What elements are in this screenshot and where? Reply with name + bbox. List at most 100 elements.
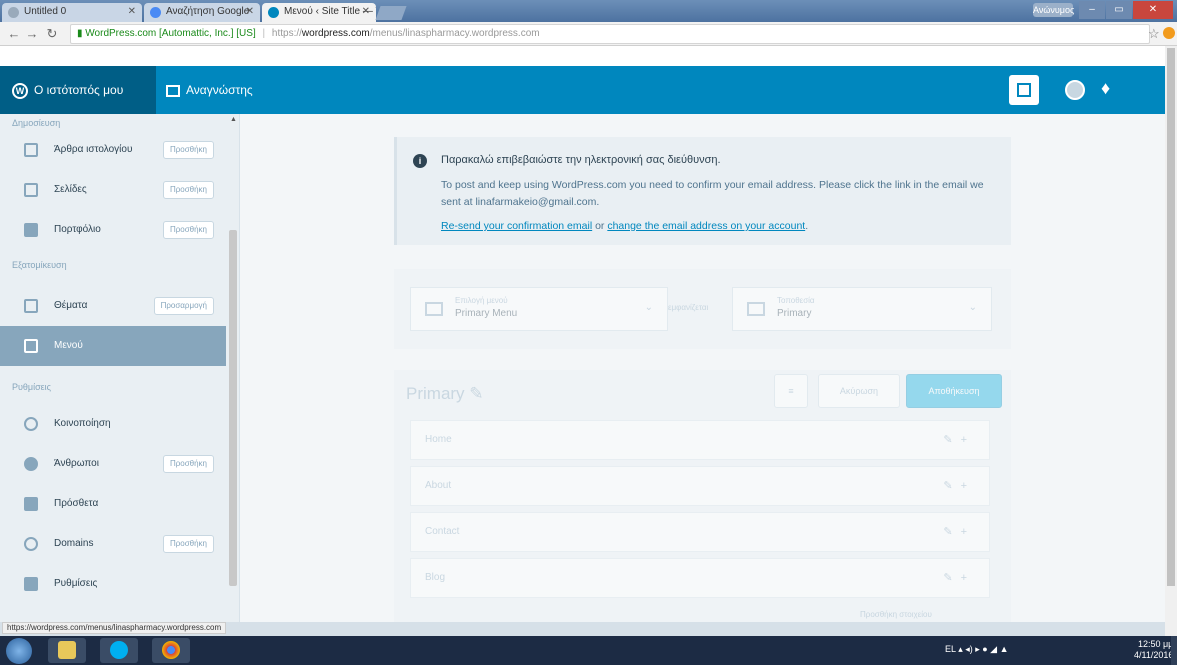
lock-icon: ▮ (77, 28, 83, 39)
sidebar-item-label: Άνθρωποι (54, 458, 99, 469)
globe-icon (24, 537, 38, 551)
notice-or: or (592, 220, 608, 232)
reader-icon (166, 84, 180, 97)
close-icon[interactable]: ✕ (362, 6, 370, 17)
notice-body: To post and keep using WordPress.com you… (441, 179, 984, 208)
edit-add-icons[interactable]: ✎+ (943, 433, 975, 446)
taskbar-skype[interactable] (100, 638, 138, 663)
menu-item[interactable]: Contact ✎+ (410, 512, 990, 552)
change-email-link[interactable]: change the email address on your account (607, 220, 805, 232)
language-indicator[interactable]: EL (945, 644, 956, 654)
page-scrollbar[interactable] (1165, 46, 1177, 636)
close-icon[interactable]: ✕ (128, 6, 136, 17)
sidebar-item-settings[interactable]: Ρυθμίσεις (0, 564, 226, 604)
notice-end: . (805, 220, 809, 232)
address-separator: | (262, 28, 266, 39)
extension-icon[interactable] (1163, 27, 1175, 39)
address-input[interactable]: ▮ WordPress.com [Automattic, Inc.] [US] … (70, 24, 1150, 44)
show-desktop-button[interactable] (1171, 636, 1177, 665)
minimize-button[interactable]: – (1079, 1, 1105, 19)
wp-masterbar: W Ο ιστότοπός μου Αναγνώστης ♦ (0, 66, 1165, 114)
sidebar-item-posts[interactable]: Άρθρα ιστολογίου Προσθήκη (0, 130, 226, 170)
maximize-button[interactable]: ▭ (1106, 1, 1132, 19)
clock-time: 12:50 μμ (1137, 639, 1174, 649)
document-icon (8, 7, 19, 18)
sidebar-scrollbar[interactable]: ▲ (228, 114, 238, 622)
write-button[interactable] (1009, 75, 1039, 105)
menu-item[interactable]: About ✎+ (410, 466, 990, 506)
add-people-button[interactable]: Προσθήκη (162, 455, 214, 473)
page-scroll-thumb[interactable] (1167, 48, 1175, 586)
sidebar-item-label: Άρθρα ιστολογίου (54, 144, 133, 155)
window-close-button[interactable]: ✕ (1133, 1, 1173, 19)
cancel-button[interactable]: Ακύρωση (818, 374, 900, 408)
sidebar-item-label: Σελίδες (54, 184, 87, 195)
location-icon (747, 302, 765, 316)
address-bar-row: ← → ↻ ▮ WordPress.com [Automattic, Inc.]… (0, 22, 1177, 46)
tab-label: Untitled 0 (24, 6, 67, 17)
sidebar-item-portfolio[interactable]: Πορτφόλιο Προσθήκη (0, 210, 226, 250)
sidebar-item-themes[interactable]: Θέματα Προσαρμογή (0, 286, 226, 326)
browser-tab[interactable]: Αναζήτηση Google ✕ (144, 3, 260, 22)
add-post-button[interactable]: Προσθήκη (162, 141, 214, 159)
new-tab-button[interactable] (375, 6, 407, 20)
start-button[interactable] (6, 638, 32, 664)
menu-item[interactable]: Blog ✎+ (410, 558, 990, 598)
avatar[interactable] (1065, 80, 1085, 100)
sidebar-item-menus[interactable]: Μενού (0, 326, 226, 366)
wordpress-logo-icon: W (12, 82, 28, 99)
menu-select-dropdown[interactable]: Επιλογή μενού Primary Menu ⌄ (410, 287, 668, 331)
back-arrow-icon[interactable]: ← (6, 26, 22, 42)
reload-icon[interactable]: ↻ (44, 26, 60, 42)
chevron-down-icon: ⌄ (644, 302, 653, 313)
page-top-gap (0, 46, 1165, 66)
skype-icon (110, 641, 128, 659)
clock-date: 4/11/2016 (1134, 650, 1174, 660)
scroll-up-icon[interactable]: ▲ (230, 116, 237, 123)
window-controls: Ανώνυμος – ▭ ✕ (1033, 1, 1173, 19)
add-page-button[interactable]: Προσθήκη (162, 181, 214, 199)
location-select-dropdown[interactable]: Τοποθεσία Primary ⌄ (732, 287, 992, 331)
folder-icon (24, 223, 38, 237)
sidebar-item-pages[interactable]: Σελίδες Προσθήκη (0, 170, 226, 210)
bookmark-star-icon[interactable]: ☆ (1148, 26, 1160, 42)
taskbar-explorer[interactable] (48, 638, 86, 663)
menu-item[interactable]: Home ✎+ (410, 420, 990, 460)
forward-arrow-icon[interactable]: → (24, 26, 40, 42)
share-icon (24, 417, 38, 431)
taskbar-chrome[interactable] (152, 638, 190, 663)
sidebar-item-plugins[interactable]: Πρόσθετα (0, 484, 226, 524)
close-icon[interactable]: ✕ (246, 6, 254, 17)
menu-title[interactable]: Primary ✎ (406, 384, 484, 404)
sidebar-item-people[interactable]: Άνθρωποι Προσθήκη (0, 444, 226, 484)
add-portfolio-button[interactable]: Προσθήκη (162, 221, 214, 239)
customize-button[interactable]: Προσαρμογή (153, 297, 214, 315)
profile-button[interactable]: Ανώνυμος (1033, 3, 1074, 17)
clock[interactable]: 12:50 μμ 4/11/2016 (1134, 639, 1173, 661)
system-tray[interactable]: EL ▴ ◂) ▸ ● ◢ ▲ (945, 644, 1009, 655)
menu-options-button[interactable]: ≡ (774, 374, 808, 408)
edit-add-icons[interactable]: ✎+ (943, 479, 975, 492)
sidebar-item-sharing[interactable]: Κοινοποίηση (0, 404, 226, 444)
my-site-button[interactable]: W Ο ιστότοπός μου (0, 66, 156, 114)
menu-options-icon: ≡ (788, 386, 794, 396)
menu-location-selectors: Επιλογή μενού Primary Menu ⌄ εμφανίζεται… (394, 269, 1011, 349)
edit-add-icons[interactable]: ✎+ (943, 571, 975, 584)
sidebar-item-label: Ρυθμίσεις (54, 578, 98, 589)
add-domain-button[interactable]: Προσθήκη (162, 535, 214, 553)
edit-add-icons[interactable]: ✎+ (943, 525, 975, 538)
people-icon (24, 457, 38, 471)
menus-icon (24, 339, 38, 353)
browser-tab-active[interactable]: Μενού ‹ Site Title — Wo ✕ (262, 3, 376, 22)
notifications-bell-icon[interactable]: ♦ (1101, 78, 1110, 98)
sidebar-scroll-thumb[interactable] (229, 230, 237, 586)
add-item-link[interactable]: Προσθήκη στοιχείου (860, 610, 932, 619)
resend-email-link[interactable]: Re-send your confirmation email (441, 220, 592, 232)
themes-icon (24, 299, 38, 313)
info-icon: i (413, 154, 427, 168)
browser-tab[interactable]: Untitled 0 ✕ (2, 3, 142, 22)
sidebar-item-domains[interactable]: Domains Προσθήκη (0, 524, 226, 564)
menu-item-label: Home (425, 434, 452, 445)
save-button[interactable]: Αποθήκευση (906, 374, 1002, 408)
reader-button[interactable]: Αναγνώστης (156, 66, 253, 114)
